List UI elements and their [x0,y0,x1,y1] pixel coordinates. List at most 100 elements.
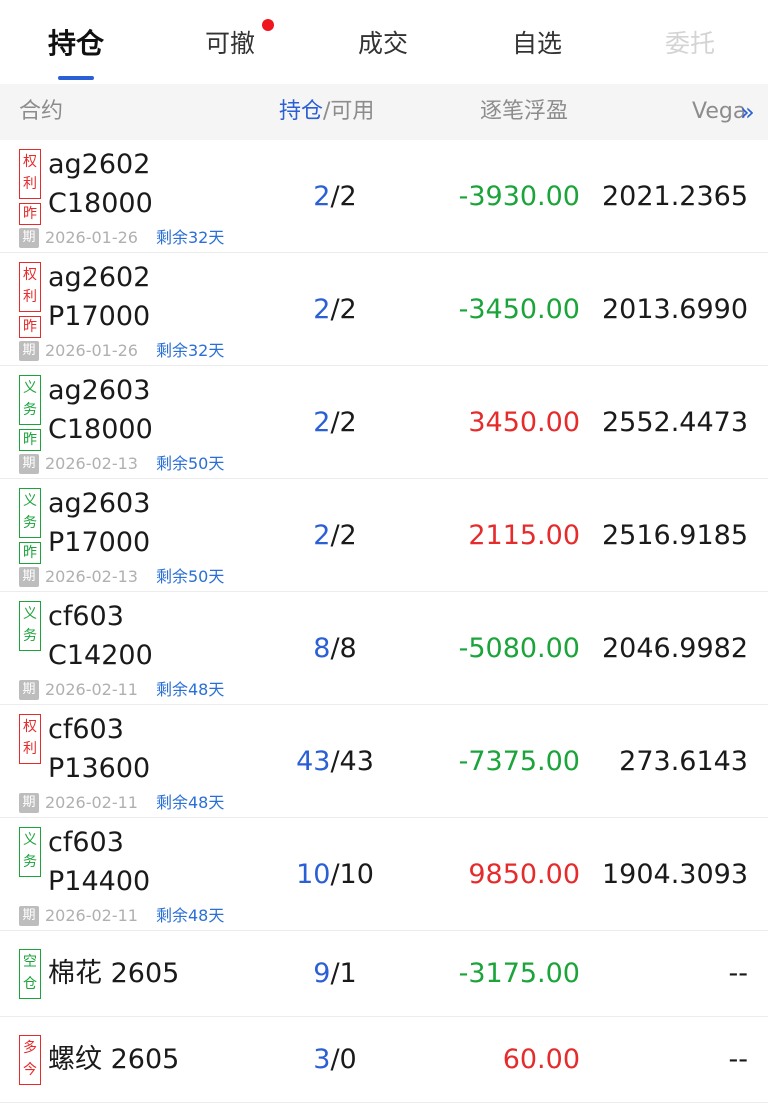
floating-pnl: -3930.00 [458,181,580,212]
position-row[interactable]: 权利昨 ag2602 P17000 期 2026-01-26 剩余32天 2/2 -3450.… [0,253,768,366]
yesterday-tag: 昨 [19,542,41,564]
floating-pnl: 9850.00 [468,859,580,890]
header-vega[interactable]: Vega [692,84,746,140]
expiry-info: 期 2026-02-11 剩余48天 [19,906,224,926]
position-quantity: 2/2 [270,180,400,214]
yesterday-tag: 昨 [19,316,41,338]
expiry-date: 2026-02-13 [45,567,138,586]
contract-name: 螺纹 2605 [48,1044,180,1075]
contract-strike: P17000 [48,301,151,332]
held-quantity: 2 [313,294,331,325]
tab-trades[interactable]: 成交 [323,24,443,64]
futures-icon: 期 [19,906,39,926]
position-quantity: 43/43 [270,745,400,779]
futures-icon: 期 [19,228,39,248]
vega-value: 1904.3093 [601,859,748,890]
position-row[interactable]: 权利昨 ag2602 C18000 期 2026-01-26 剩余32天 2/2 -3930.… [0,140,768,253]
position-row[interactable]: 义务昨 ag2603 C18000 期 2026-02-13 剩余50天 2/2 3450.0… [0,366,768,479]
floating-pnl: 60.00 [502,1044,580,1075]
direction-tag: 空仓 [19,949,41,999]
contract-code: ag2602 [48,149,151,180]
available-quantity: /2 [330,181,357,212]
contract-strike: P17000 [48,527,151,558]
direction-tag: 多今 [19,1035,41,1085]
contract-strike: C18000 [48,188,153,219]
held-quantity: 2 [313,181,331,212]
position-row[interactable]: 多今 螺纹 2605 3/0 60.00 -- [0,1017,768,1103]
futures-icon: 期 [19,454,39,474]
contract-code: cf603 [48,714,124,745]
position-row[interactable]: 空仓 棉花 2605 9/1 -3175.00 -- [0,931,768,1017]
direction-tag: 义务 [19,375,41,425]
direction-tag: 义务 [19,601,41,651]
vega-value: 2013.6990 [601,294,748,325]
expiry-info: 期 2026-01-26 剩余32天 [19,341,224,361]
position-row[interactable]: 权利 cf603 P13600 期 2026-02-11 剩余48天 43/43 -7375.… [0,705,768,818]
active-tab-indicator [58,76,94,80]
direction-tag-text: 义务 [23,380,37,418]
floating-pnl: 2115.00 [468,520,580,551]
double-chevron-right-icon[interactable]: » [740,84,755,140]
contract-code: ag2603 [48,375,151,406]
available-quantity: /10 [330,859,374,890]
tab-cancelable[interactable]: 可撤 [170,24,290,64]
days-remaining: 剩余50天 [155,567,225,586]
held-quantity: 2 [313,407,331,438]
header-available: /可用 [323,99,375,124]
days-remaining: 剩余50天 [155,454,225,473]
contract-name: 棉花 2605 [48,958,180,989]
floating-pnl: 3450.00 [468,407,580,438]
direction-tag: 权利 [19,149,41,199]
futures-icon: 期 [19,341,39,361]
expiry-date: 2026-02-11 [45,793,138,812]
position-quantity: 2/2 [270,293,400,327]
position-row[interactable]: 义务 cf603 P14400 期 2026-02-11 剩余48天 10/10 9850.0… [0,818,768,931]
held-quantity: 3 [313,1044,331,1075]
expiry-info: 期 2026-02-13 剩余50天 [19,567,224,587]
position-quantity: 2/2 [270,406,400,440]
contract-strike: P13600 [48,753,151,784]
position-row[interactable]: 义务 cf603 C14200 期 2026-02-11 剩余48天 8/8 -5080.00… [0,592,768,705]
vega-value: 2021.2365 [601,181,748,212]
position-row[interactable]: 义务昨 ag2603 P17000 期 2026-02-13 剩余50天 2/2 2115.0… [0,479,768,592]
notification-dot-icon [262,19,274,31]
direction-tag: 权利 [19,262,41,312]
days-remaining: 剩余32天 [155,341,225,360]
available-quantity: /2 [330,520,357,551]
direction-tag-text: 义务 [23,606,37,644]
days-remaining: 剩余48天 [155,793,225,812]
header-position[interactable]: 持仓/可用 [279,84,374,140]
contract-code: cf603 [48,601,124,632]
floating-pnl: -3175.00 [458,958,580,989]
header-contract[interactable]: 合约 [19,84,63,140]
position-quantity: 8/8 [270,632,400,666]
column-header: 合约 持仓/可用 逐笔浮盈 Vega » [0,84,768,140]
direction-tag-text: 多今 [23,1040,37,1078]
available-quantity: /43 [330,746,374,777]
vega-value: 2552.4473 [601,407,748,438]
vega-value: 273.6143 [619,746,748,777]
expiry-info: 期 2026-02-11 剩余48天 [19,680,224,700]
held-quantity: 43 [296,746,331,777]
tab-watchlist[interactable]: 自选 [477,24,597,64]
expiry-info: 期 2026-02-11 剩余48天 [19,793,224,813]
expiry-info: 期 2026-02-13 剩余50天 [19,454,224,474]
expiry-date: 2026-01-26 [45,341,138,360]
tab-bar: 持仓 可撤 成交 自选 委托 [0,0,768,85]
tab-positions[interactable]: 持仓 [16,24,136,64]
days-remaining: 剩余48天 [155,680,225,699]
days-remaining: 剩余48天 [155,906,225,925]
contract-code: ag2603 [48,488,151,519]
position-quantity: 2/2 [270,519,400,553]
floating-pnl: -7375.00 [458,746,580,777]
header-pnl[interactable]: 逐笔浮盈 [480,84,568,140]
tab-orders[interactable]: 委托 [630,24,750,64]
vega-value: -- [728,958,749,989]
direction-tag-text: 义务 [23,493,37,531]
expiry-date: 2026-01-26 [45,228,138,247]
direction-tag-text: 权利 [23,154,37,192]
header-held: 持仓 [279,99,324,124]
position-quantity: 9/1 [270,957,400,991]
direction-tag-text: 空仓 [23,954,37,992]
floating-pnl: -3450.00 [458,294,580,325]
